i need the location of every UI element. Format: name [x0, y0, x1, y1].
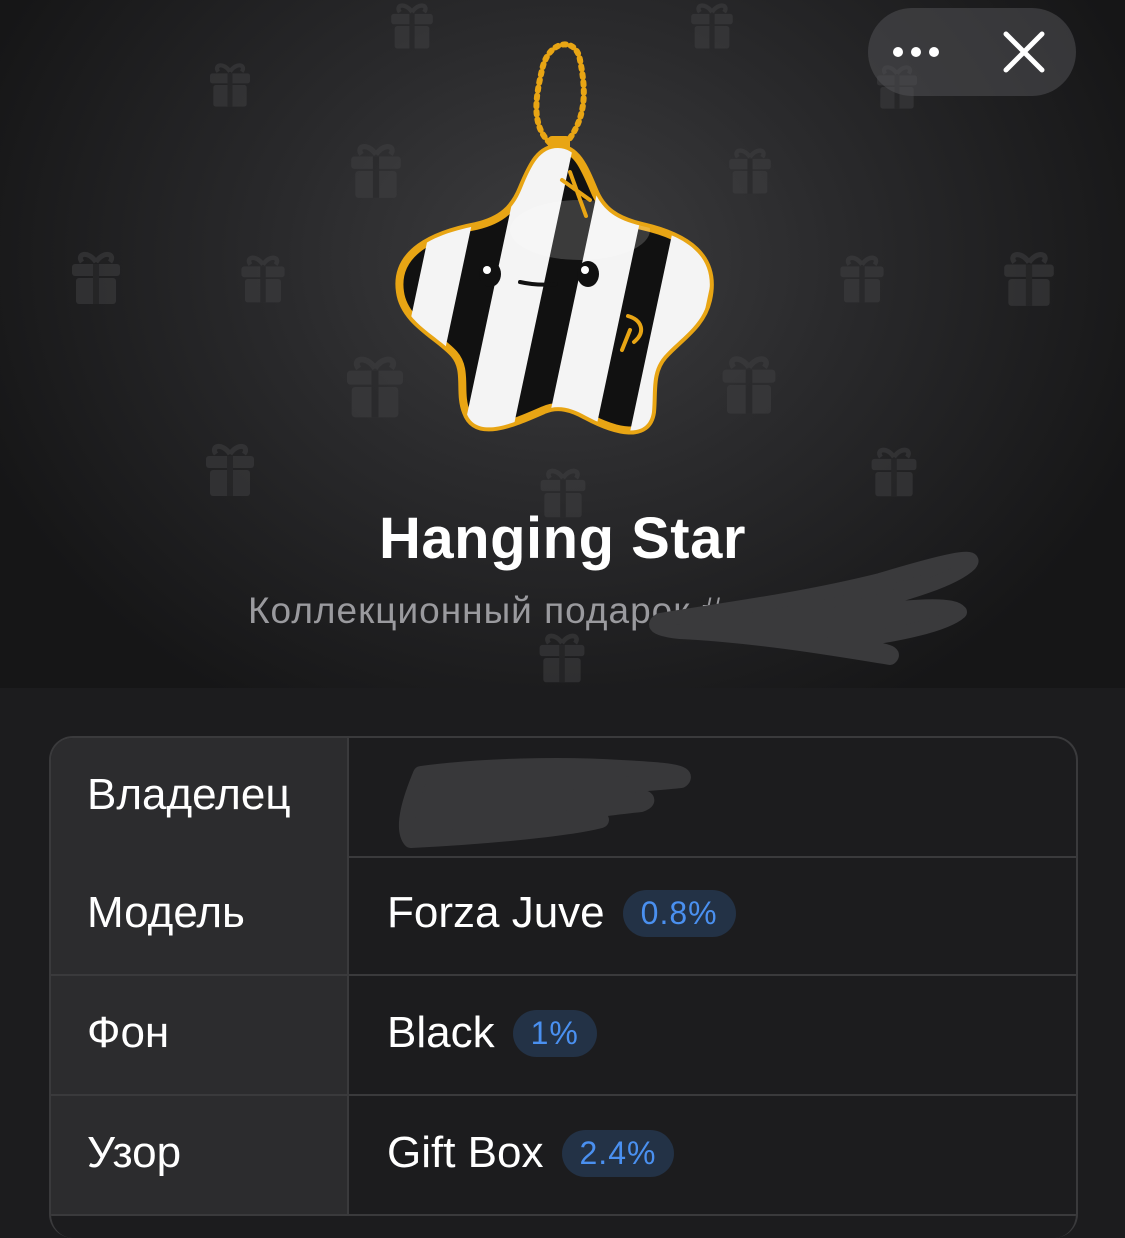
rarity-badge: 2.4% — [561, 1129, 675, 1177]
background-value: Black 1% — [387, 1008, 597, 1058]
gift-box-pattern-icon — [998, 248, 1060, 310]
label-cell: Модель — [51, 856, 349, 974]
table-row-pattern[interactable]: Узор Gift Box 2.4% — [51, 1096, 1076, 1216]
label-cell: Узор — [51, 1096, 349, 1214]
gift-box-pattern-icon — [66, 248, 126, 308]
pattern-value: Gift Box 2.4% — [387, 1128, 675, 1178]
model-label: Модель — [87, 888, 245, 937]
rarity-badge: 0.8% — [622, 889, 736, 937]
gift-box-pattern-icon — [205, 60, 255, 110]
model-name: Forza Juve — [387, 888, 605, 937]
table-row-model[interactable]: Модель Forza Juve 0.8% — [51, 856, 1076, 976]
rarity-badge: 1% — [512, 1009, 597, 1057]
gift-attributes-table: Владелец Модель Forza Juve 0.8% Фон Blac… — [49, 736, 1078, 1238]
close-x-icon[interactable] — [996, 30, 1052, 74]
header-controls — [868, 8, 1076, 96]
background-name: Black — [387, 1008, 495, 1057]
background-label: Фон — [87, 1008, 170, 1057]
hanging-star-gift-icon — [395, 41, 714, 435]
redaction-scribble — [649, 551, 979, 665]
label-cell: Владелец — [51, 738, 349, 856]
pattern-name: Gift Box — [387, 1128, 544, 1177]
owner-label: Владелец — [87, 770, 291, 819]
gift-box-pattern-icon — [236, 252, 290, 306]
gift-box-pattern-icon — [866, 444, 922, 500]
pattern-label: Узор — [87, 1128, 182, 1177]
gift-hero: Hanging Star Коллекционный подарок # — [0, 0, 1125, 688]
gift-box-pattern-icon — [534, 630, 590, 686]
table-row-background[interactable]: Фон Black 1% — [51, 976, 1076, 1096]
gift-box-pattern-icon — [835, 252, 889, 306]
label-cell: Фон — [51, 976, 349, 1094]
owner-redaction-scribble — [398, 758, 691, 848]
more-dots-icon[interactable] — [890, 30, 946, 74]
gift-box-pattern-icon — [200, 440, 260, 500]
table-row-owner[interactable]: Владелец — [51, 738, 1076, 858]
model-value: Forza Juve 0.8% — [387, 888, 736, 938]
